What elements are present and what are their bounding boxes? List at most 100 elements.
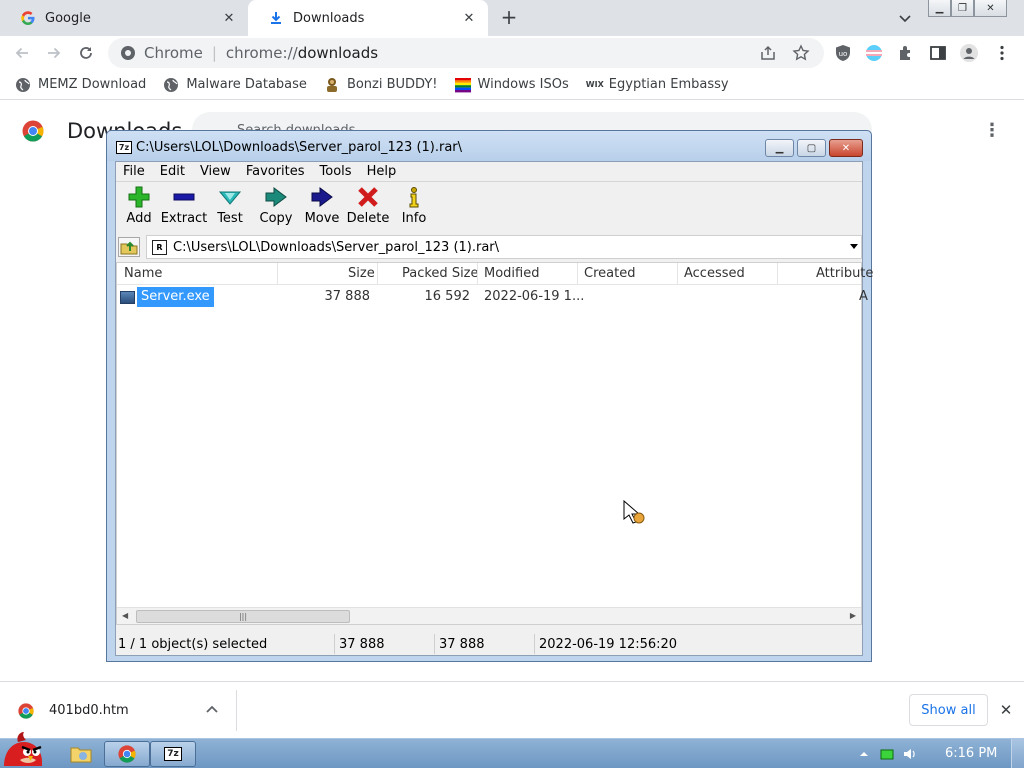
column-header-modified[interactable]: Modified xyxy=(484,266,539,281)
column-header-created[interactable]: Created xyxy=(584,266,635,281)
sevenzip-path-input[interactable]: R C:\Users\LOL\Downloads\Server_parol_12… xyxy=(146,235,862,259)
add-button[interactable]: Add xyxy=(116,186,162,230)
info-button[interactable]: Info xyxy=(391,186,437,230)
angry-bird-start-icon[interactable] xyxy=(0,730,52,768)
share-icon[interactable] xyxy=(759,44,777,62)
sevenzip-window-title: C:\Users\LOL\Downloads\Server_parol_123 … xyxy=(136,140,463,155)
taskbar-explorer-button[interactable] xyxy=(58,741,104,767)
column-header-packed-size[interactable]: Packed Size xyxy=(402,266,479,281)
chrome-page-icon xyxy=(120,45,136,61)
ublock-icon[interactable]: uo xyxy=(834,44,852,62)
test-icon xyxy=(219,191,241,205)
bookmark-memz-download[interactable]: MEMZ Download xyxy=(15,77,146,93)
delete-icon xyxy=(358,187,378,207)
tab-search-chevron-icon[interactable] xyxy=(896,9,914,27)
sevenzip-toolbar: Add Extract Test Copy Move Delete Info xyxy=(116,181,862,231)
minimize-icon[interactable]: ▁ xyxy=(928,0,951,17)
bookmark-star-icon[interactable] xyxy=(792,44,810,62)
extensions-puzzle-icon[interactable] xyxy=(897,44,915,62)
menu-view[interactable]: View xyxy=(200,164,231,179)
column-header-attributes[interactable]: Attribute xyxy=(816,266,873,281)
menu-file[interactable]: File xyxy=(123,164,145,179)
scroll-left-arrow-icon[interactable]: ◀ xyxy=(122,611,128,620)
menu-tools[interactable]: Tools xyxy=(320,164,352,179)
file-modified-cell: 2022-06-19 1... xyxy=(484,289,585,304)
extract-button[interactable]: Extract xyxy=(161,186,207,230)
maximize-icon[interactable]: ▢ xyxy=(797,139,826,157)
reload-icon[interactable] xyxy=(75,42,97,64)
svg-text:uo: uo xyxy=(839,50,848,58)
scroll-right-arrow-icon[interactable]: ▶ xyxy=(850,611,856,620)
bookmark-windows-isos[interactable]: Windows ISOs xyxy=(454,77,569,93)
tab-close-icon[interactable]: ✕ xyxy=(220,9,238,27)
menu-favorites[interactable]: Favorites xyxy=(246,164,305,179)
forward-icon[interactable] xyxy=(43,42,65,64)
trans-flag-extension-icon[interactable] xyxy=(865,44,883,62)
delete-label: Delete xyxy=(346,211,390,226)
column-header-accessed[interactable]: Accessed xyxy=(684,266,745,281)
back-icon[interactable] xyxy=(11,42,33,64)
sevenzip-title-bar[interactable]: 7z C:\Users\LOL\Downloads\Server_parol_1… xyxy=(107,131,871,161)
dropdown-arrow-icon[interactable] xyxy=(850,244,858,249)
taskbar-chrome-button[interactable] xyxy=(104,741,150,767)
address-bar[interactable]: Chrome | chrome://downloads xyxy=(108,38,824,68)
horizontal-scrollbar[interactable]: ◀ ||| ▶ xyxy=(117,607,861,624)
file-row[interactable]: Server.exe 37 888 16 592 2022-06-19 1...… xyxy=(117,287,868,307)
scrollbar-thumb[interactable]: ||| xyxy=(136,610,350,623)
rainbow-flag-icon xyxy=(454,77,471,93)
tab-google[interactable]: Google ✕ xyxy=(0,0,248,36)
tab-downloads[interactable]: Downloads ✕ xyxy=(248,0,488,36)
sevenzip-file-list[interactable]: Name Size Packed Size Modified Created A… xyxy=(116,262,873,625)
show-hidden-icons-icon[interactable] xyxy=(856,746,872,762)
sevenzip-path-text: C:\Users\LOL\Downloads\Server_parol_123 … xyxy=(173,239,500,255)
menu-help[interactable]: Help xyxy=(367,164,397,179)
taskbar-clock[interactable]: 6:16 PM xyxy=(945,746,997,761)
extract-icon xyxy=(173,193,195,201)
delete-button[interactable]: Delete xyxy=(345,186,391,230)
side-panel-icon[interactable] xyxy=(929,44,947,62)
column-divider[interactable] xyxy=(777,263,778,285)
close-shelf-icon[interactable]: ✕ xyxy=(998,702,1014,718)
menu-edit[interactable]: Edit xyxy=(160,164,185,179)
shelf-divider xyxy=(236,690,237,731)
status-size: 37 888 xyxy=(339,637,385,652)
file-name-cell[interactable]: Server.exe xyxy=(137,287,214,307)
taskbar-sevenzip-button[interactable]: 7z xyxy=(150,741,196,767)
show-all-button[interactable]: Show all xyxy=(909,694,988,726)
bonzi-icon xyxy=(324,77,340,93)
volume-icon[interactable] xyxy=(902,746,918,762)
column-divider[interactable] xyxy=(277,263,278,285)
column-divider[interactable] xyxy=(677,263,678,285)
bookmark-bonzi-buddy[interactable]: Bonzi BUDDY! xyxy=(324,77,438,93)
copy-button[interactable]: Copy xyxy=(253,186,299,230)
column-divider[interactable] xyxy=(577,263,578,285)
column-divider[interactable] xyxy=(477,263,478,285)
chevron-up-icon[interactable] xyxy=(204,702,220,718)
tab-close-icon[interactable]: ✕ xyxy=(460,9,478,27)
file-packed-size-cell: 16 592 xyxy=(424,289,471,304)
new-tab-icon[interactable]: + xyxy=(499,7,519,28)
test-button[interactable]: Test xyxy=(207,186,253,230)
status-modified: 2022-06-19 12:56:20 xyxy=(539,637,678,652)
url-prefix: chrome:// xyxy=(225,44,298,62)
tab-title: Google xyxy=(45,10,91,26)
minimize-icon[interactable]: ▁ xyxy=(765,139,794,157)
close-window-icon[interactable]: ✕ xyxy=(829,139,863,157)
wix-icon: WIX xyxy=(585,79,604,89)
restore-icon[interactable]: ❐ xyxy=(951,0,974,17)
action-center-icon[interactable] xyxy=(879,746,895,762)
profile-avatar-icon[interactable] xyxy=(960,44,978,62)
bookmark-malware-database[interactable]: Malware Database xyxy=(163,77,307,93)
column-header-size[interactable]: Size xyxy=(348,266,375,281)
browser-menu-icon[interactable] xyxy=(993,44,1011,62)
move-button[interactable]: Move xyxy=(299,186,345,230)
column-divider[interactable] xyxy=(377,263,378,285)
sevenzip-taskbar-icon: 7z xyxy=(164,747,182,761)
column-header-name[interactable]: Name xyxy=(124,266,162,281)
tab-title: Downloads xyxy=(293,10,365,26)
close-window-icon[interactable]: ✕ xyxy=(974,0,1007,17)
show-desktop-button[interactable] xyxy=(1011,739,1024,768)
parent-folder-button[interactable] xyxy=(118,237,140,257)
more-options-icon[interactable]: ⋮ xyxy=(983,121,1001,141)
bookmark-egyptian-embassy[interactable]: WIX Egyptian Embassy xyxy=(586,77,729,93)
